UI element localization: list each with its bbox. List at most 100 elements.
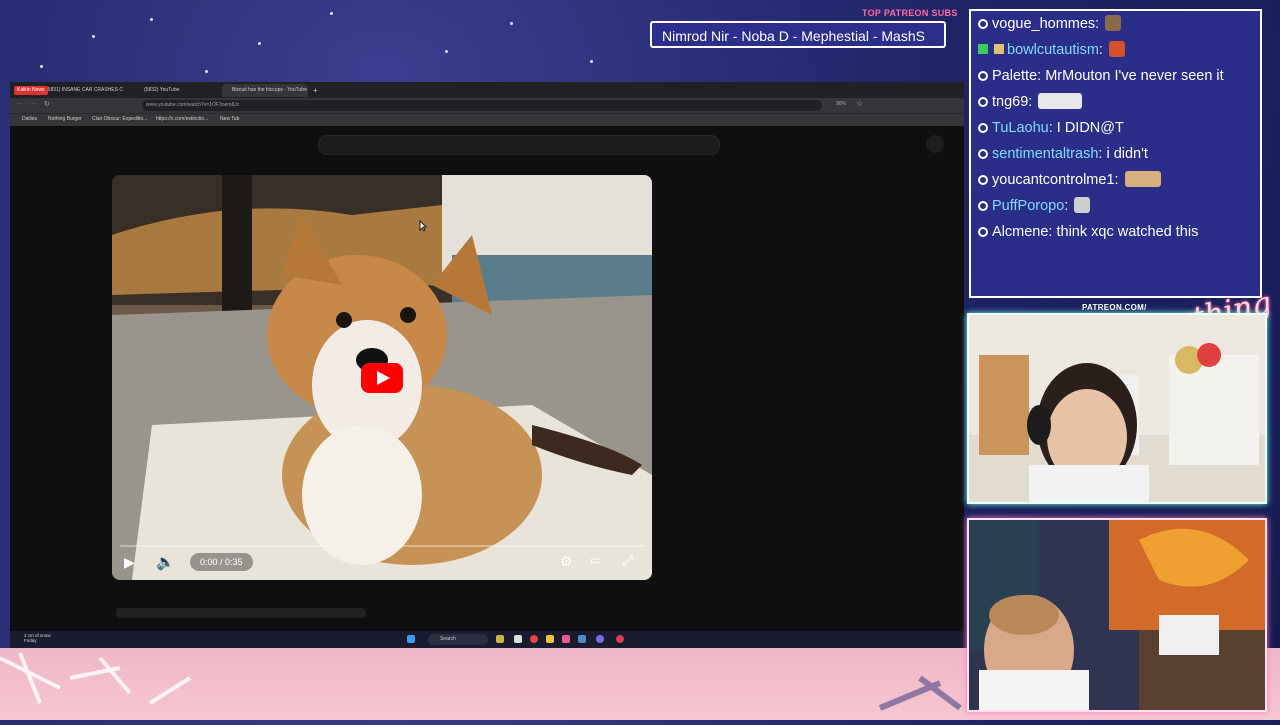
youtube-search-placeholder[interactable] — [318, 135, 720, 155]
chat-bullet-icon — [978, 149, 988, 159]
chat-message: tng69: — [971, 89, 1260, 115]
chat-message: sentimentaltrash: i didn't — [971, 141, 1260, 167]
background-star — [590, 60, 593, 63]
tab-biscuit-hiccups[interactable]: Biscuit has the hiccups - YouTube — [222, 84, 308, 97]
chat-username: TuLaohu — [992, 120, 1049, 136]
chat-username: PuffPoropo — [992, 198, 1065, 214]
cohost-webcam — [967, 518, 1267, 712]
windows-taskbar: 2 cm of snow Friday Search — [10, 631, 964, 648]
subscriber-badge-icon — [978, 44, 988, 54]
chat-bullet-icon — [978, 175, 988, 185]
reload-icon[interactable]: ↻ — [44, 100, 50, 108]
bookmark-clair-obscur[interactable]: Clair Obscur: Expeditio... — [92, 116, 147, 122]
tab-label: (5832) YouTube — [144, 87, 180, 93]
background-star — [150, 18, 153, 21]
background-star — [330, 12, 333, 15]
chat-username: sentimentaltrash — [992, 146, 1099, 162]
chat-username: Palette — [992, 68, 1038, 84]
background-star — [40, 65, 43, 68]
background-star — [510, 22, 513, 25]
emote-icon — [1105, 15, 1122, 31]
forward-icon[interactable]: → — [30, 100, 37, 107]
bookmark-x-link[interactable]: https://x.com/extinctio... — [156, 116, 208, 122]
chat-text: think xqc watched this — [1056, 224, 1199, 240]
emote-icon — [1038, 93, 1083, 109]
chat-message: Palette: MrMouton I've never seen it — [971, 63, 1260, 89]
bookmark-star-icon[interactable]: ☆ — [856, 99, 863, 108]
tab-youtube[interactable]: (5832) YouTube — [134, 84, 219, 97]
taskbar-app-icon[interactable] — [514, 635, 522, 643]
chat-username: bowlcutautism — [1007, 42, 1099, 58]
play-icon[interactable]: ▶ — [124, 554, 135, 571]
patreon-url-text: PATREON.COM/ — [1082, 303, 1147, 312]
tab-insane-car-crashes[interactable]: Kalkin News (5831) INSANE CAR CRASHES C — [12, 84, 130, 97]
taskbar-app-icon[interactable] — [616, 635, 624, 643]
chat-message: PuffPoropo: — [971, 193, 1260, 219]
taskbar-app-icon[interactable] — [496, 635, 504, 643]
top-patreon-subs-label: TOP PATREON SUBS — [862, 8, 958, 18]
url-field[interactable]: www.youtube.com/watch?v=1OF3oem8Jc — [142, 100, 822, 111]
chat-panel: vogue_hommes: bowlcutautism: Palette: Mr… — [969, 9, 1262, 298]
taskbar-search[interactable]: Search — [428, 634, 488, 645]
chat-text: i didn't — [1106, 146, 1148, 162]
left-background-band — [0, 80, 10, 650]
address-bar-row: ← → ↻ www.youtube.com/watch?v=1OF3oem8Jc… — [10, 98, 964, 113]
taskbar-app-icon[interactable] — [562, 635, 570, 643]
emote-icon — [1124, 171, 1161, 187]
chat-message: youcantcontrolme1: — [971, 167, 1260, 193]
chat-username: youcantcontrolme1 — [992, 172, 1115, 188]
patreon-subs-ticker: Nimrod Nir - Noba D - Mephestial - MashS — [650, 21, 946, 48]
tab-label: (5831) INSANE CAR CRASHES C — [46, 87, 123, 93]
chat-message: TuLaohu: I DIDN@T — [971, 115, 1260, 141]
weather-widget[interactable]: 2 cm of snow Friday — [24, 633, 51, 643]
new-tab-button[interactable]: + — [310, 84, 324, 97]
streamer-webcam — [967, 313, 1267, 504]
background-star — [445, 50, 448, 53]
chat-bullet-icon — [978, 123, 988, 133]
background-star — [205, 70, 208, 73]
video-title-loading-placeholder — [116, 608, 366, 618]
avatar[interactable] — [926, 135, 944, 153]
weather-day: Friday — [24, 638, 37, 643]
emote-icon — [1108, 41, 1125, 57]
chat-bullet-icon — [978, 71, 988, 81]
bookmark-nothing-burger[interactable]: Nothing Burger — [48, 116, 82, 122]
volume-icon[interactable]: 🔈 — [156, 553, 175, 571]
chat-text: I DIDN@T — [1056, 120, 1124, 136]
chat-username: Alcmene — [992, 224, 1049, 240]
video-controls: ▶ 🔈 0:00 / 0:35 ⚙ ▭ ⤢ — [112, 548, 652, 580]
chat-bullet-icon — [978, 97, 988, 107]
mouse-cursor-icon — [419, 220, 427, 232]
cohost-webcam-frame — [969, 520, 1265, 710]
tab-label: Biscuit has the hiccups - YouTube — [232, 87, 307, 93]
background-star — [258, 42, 261, 45]
badge-icon — [994, 44, 1005, 54]
settings-gear-icon[interactable]: ⚙ — [560, 553, 573, 570]
bookmarks-bar: Dailies Nothing Burger Clair Obscur: Exp… — [10, 113, 964, 126]
chat-bullet-icon — [978, 227, 988, 237]
zoom-indicator[interactable]: 90% — [836, 101, 846, 107]
emote-icon — [1074, 197, 1091, 213]
chat-bullet-icon — [978, 201, 988, 211]
fullscreen-icon[interactable]: ⤢ — [622, 552, 633, 569]
news-badge: Kalkin News — [14, 86, 48, 95]
chat-username: tng69 — [992, 94, 1029, 110]
bookmark-dailies[interactable]: Dailies — [22, 116, 37, 122]
youtube-play-icon[interactable] — [361, 363, 403, 393]
steam-icon[interactable] — [578, 635, 586, 643]
discord-icon[interactable] — [596, 635, 604, 643]
chat-message: Alcmene: think xqc watched this — [971, 219, 1260, 245]
chat-text: MrMouton I've never seen it — [1045, 68, 1224, 84]
streamer-webcam-frame — [969, 315, 1265, 502]
bookmark-new-tab[interactable]: New Tab — [220, 116, 239, 122]
video-progress-bar[interactable] — [120, 545, 644, 547]
windows-start-icon[interactable] — [407, 635, 415, 643]
chat-message: vogue_hommes: — [971, 11, 1260, 37]
chrome-icon[interactable] — [530, 635, 538, 643]
chat-bullet-icon — [978, 19, 988, 29]
background-star — [92, 35, 95, 38]
back-icon[interactable]: ← — [16, 100, 23, 107]
tab-bar: Kalkin News (5831) INSANE CAR CRASHES C … — [10, 82, 964, 98]
theater-mode-icon[interactable]: ▭ — [590, 553, 601, 567]
file-explorer-icon[interactable] — [546, 635, 554, 643]
